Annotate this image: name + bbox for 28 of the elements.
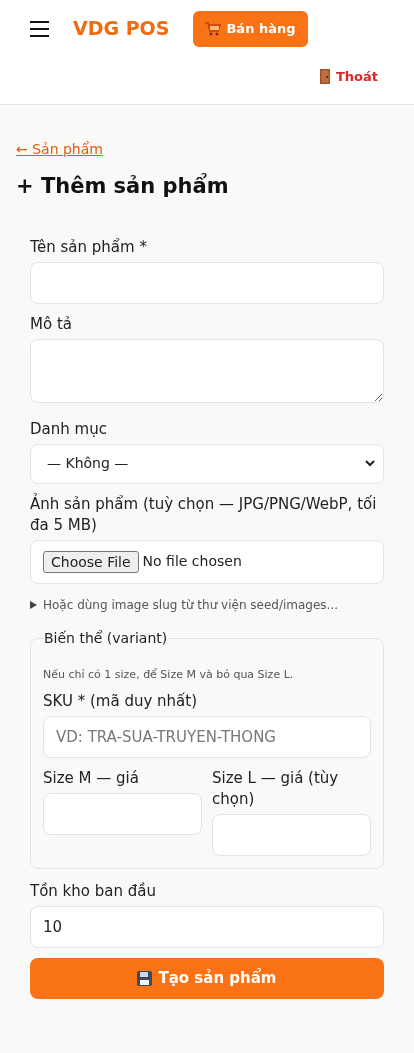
- variant-legend: Biến thể (variant): [43, 627, 169, 649]
- image-slug-toggle[interactable]: Hoặc dùng image slug từ thư viện seed/images...: [30, 595, 384, 614]
- field-label: Tên sản phẩm *: [30, 236, 148, 258]
- file-input[interactable]: Choose File No file chosen: [30, 539, 384, 584]
- category-select[interactable]: — Không —: [30, 443, 384, 484]
- field-label: Ảnh sản phẩm (tuỳ chọn — JPG/PNG/WebP, tối đa 5 MB): [30, 493, 378, 536]
- choose-file-button[interactable]: Choose File: [43, 550, 139, 573]
- menu-icon[interactable]: [30, 20, 49, 37]
- field-label: SKU * (mã duy nhất): [43, 691, 198, 712]
- file-status: No file chosen: [142, 552, 242, 571]
- description-textarea[interactable]: [30, 338, 384, 403]
- cart-icon: [205, 21, 222, 36]
- initial-stock-input[interactable]: 10: [30, 906, 384, 948]
- size-l-price-input[interactable]: [212, 814, 371, 856]
- chevron-down-icon: [365, 460, 375, 467]
- door-icon: [319, 69, 330, 85]
- size-m-price-input[interactable]: [43, 793, 202, 835]
- disclosure-triangle-icon: [30, 600, 37, 609]
- logout-link[interactable]: Thoát: [319, 67, 378, 87]
- field-label: Size L — giá (tùy chọn): [212, 768, 340, 810]
- name-input[interactable]: [30, 261, 384, 304]
- field-label: Danh mục: [30, 418, 108, 440]
- field-label: Size M — giá: [43, 768, 140, 789]
- sku-input[interactable]: VD: TRA-SUA-TRUYEN-THONG: [43, 716, 371, 758]
- field-label: Tồn kho ban đầu: [30, 881, 157, 902]
- field-label: Mô tả: [30, 313, 73, 335]
- page-title: + Thêm sản phẩm: [16, 172, 230, 200]
- variant-hint: Nếu chỉ có 1 size, để Size M và bỏ qua Size L.: [43, 666, 295, 683]
